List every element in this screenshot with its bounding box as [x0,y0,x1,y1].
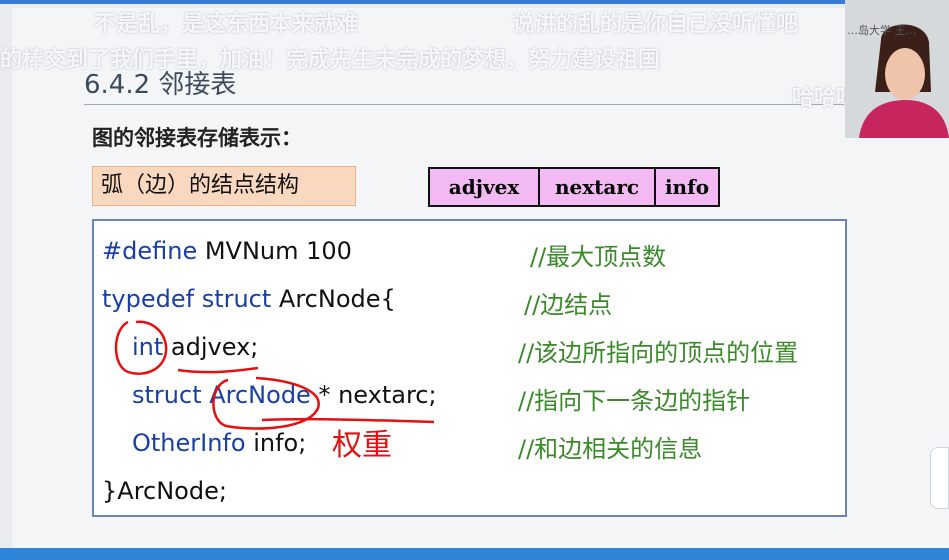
field-nextarc: nextarc [540,169,656,205]
player-bottom-bar [0,548,949,560]
code-comment: //指向下一条边的指针 [518,387,751,415]
slide-subtitle: 图的邻接表存储表示： [92,126,302,150]
code-keyword: int [132,333,164,361]
code-keyword: struct ArcNode [132,381,311,409]
code-line-typedef: typedef struct ArcNode{ [102,285,396,313]
arc-node-field-diagram: adjvex nextarc info [428,167,720,207]
danmaku-comment: 的棒交到了我们手里，加油！完成先生未完成的梦想，努力建设祖国 [0,48,661,73]
code-comment: //最大顶点数 [530,243,667,271]
danmaku-comment: 不是乱，是这东西本来就难 [94,12,359,37]
code-comment: //该边所指向的顶点的位置 [518,339,799,367]
code-line-nextarc: struct ArcNode * nextarc; [132,381,437,409]
code-text: adjvex; [163,333,259,361]
code-comment: //和边相关的信息 [518,435,703,463]
presenter-webcam: …岛大学 王… [845,0,949,138]
code-block: #define MVNum 100 //最大顶点数 typedef struct… [92,219,847,517]
field-adjvex: adjvex [430,169,540,205]
code-comment: //边结点 [524,291,613,319]
top-accent-bar [0,0,949,4]
code-keyword: typedef struct [102,285,272,313]
code-line-close: }ArcNode; [102,477,227,505]
code-text: ArcNode{ [271,285,396,313]
arc-node-structure-label: 弧（边）的结点结构 [92,166,356,206]
title-divider [84,104,844,105]
webcam-overlay-text: …岛大学 王… [847,24,917,37]
danmaku-comment: 说讲的乱的是你自己没听懂吧 [512,12,799,37]
code-line-adjvex: int adjvex; [132,333,258,361]
code-text: * nextarc; [310,381,437,409]
handwritten-annotation-weight: 权重 [332,428,392,463]
code-text: info; [245,429,307,457]
field-info: info [664,175,710,199]
code-keyword: #define [102,237,198,265]
presenter-avatar [845,0,949,138]
code-text: MVNum 100 [197,237,352,265]
code-line-define: #define MVNum 100 [102,237,352,265]
code-line-info: OtherInfo info; [132,429,306,457]
code-keyword: OtherInfo [132,429,246,457]
side-panel-toggle[interactable] [930,447,949,509]
